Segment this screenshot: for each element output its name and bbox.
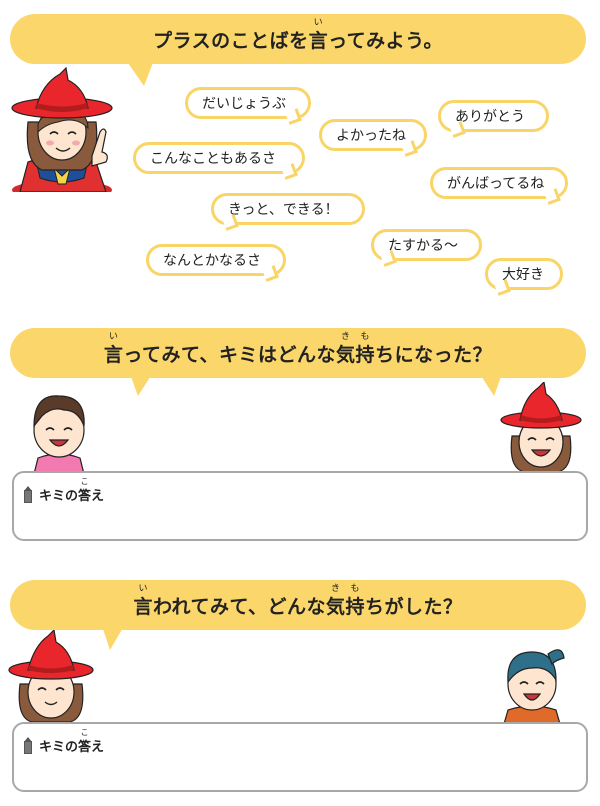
witch-teacher-illustration bbox=[11, 66, 113, 192]
heading-plus-words: プラスのことばをい言ってみよう。 bbox=[152, 17, 444, 52]
pencil-icon bbox=[24, 737, 32, 754]
phrase-bubble-tasukaru: たすかる〜 bbox=[371, 229, 482, 267]
heading-how-did-you-feel-saying: い言ってみて、キミはどんなき気も持ちになった？ bbox=[103, 331, 493, 366]
witch-laughing-illustration bbox=[500, 382, 582, 473]
pencil-icon bbox=[24, 486, 32, 503]
answer-label: キミの こた答え bbox=[24, 728, 104, 755]
banner-how-did-you-feel-hearing: い言われてみて、どんなき気も持ちがした？ bbox=[10, 580, 586, 650]
phrase-bubble-konnakotomo: こんなこともあるさ bbox=[133, 142, 305, 180]
phrase-bubble-ganbatterune: がんばってるね bbox=[430, 167, 568, 205]
banner-how-did-you-feel-saying: い言ってみて、キミはどんなき気も持ちになった？ bbox=[10, 328, 586, 396]
answer-box-feeling-saying[interactable]: キミの こた答え bbox=[12, 471, 588, 541]
phrase-bubble-kitto-dekiru: きっと、できる！ bbox=[211, 193, 365, 231]
phrase-bubble-nantokanarusa: なんとかなるさ bbox=[146, 244, 286, 282]
answer-label: キミの こた答え bbox=[24, 477, 104, 504]
girl-illustration bbox=[503, 649, 565, 724]
answer-box-feeling-hearing[interactable]: キミの こた答え bbox=[12, 722, 588, 792]
phrase-bubble-arigatou: ありがとう bbox=[438, 100, 549, 138]
phrase-bubble-daisuki: 大好き bbox=[485, 258, 563, 296]
heading-how-did-you-feel-hearing: い言われてみて、どんなき気も持ちがした？ bbox=[133, 583, 463, 618]
phrase-bubble-yokattane: よかったね bbox=[319, 119, 427, 157]
banner-plus-words: プラスのことばをい言ってみよう。 bbox=[10, 14, 586, 86]
phrase-bubble-daijoubu: だいじょうぶ bbox=[185, 87, 311, 125]
witch-smiling-illustration bbox=[8, 630, 94, 723]
boy-illustration bbox=[33, 395, 85, 474]
